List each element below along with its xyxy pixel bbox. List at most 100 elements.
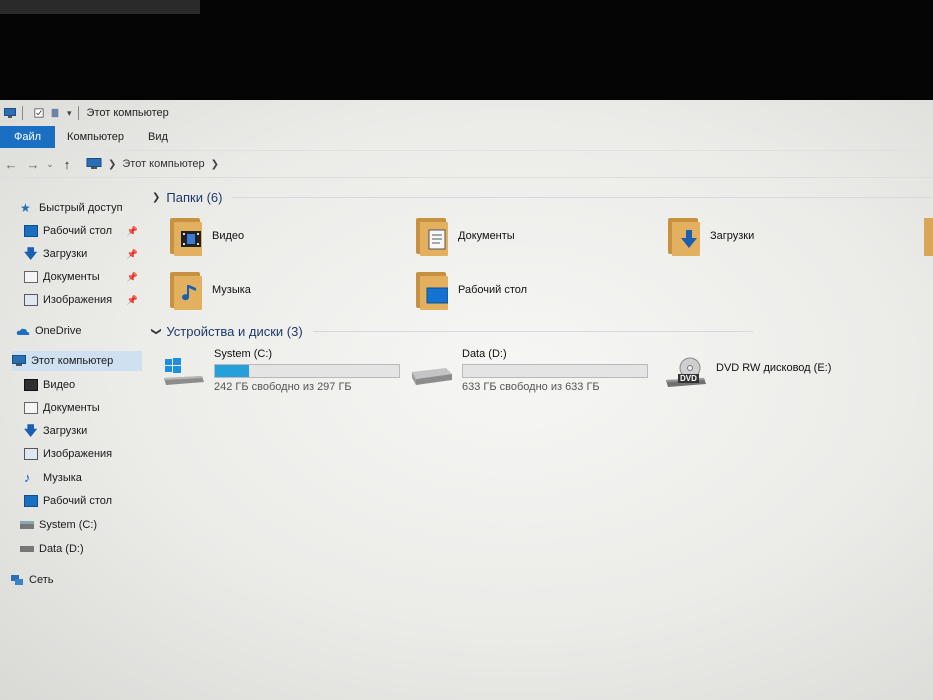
drive-usage-fill [215, 365, 250, 377]
group-header-devices[interactable]: ❯ Устройства и диски (3) [151, 324, 932, 339]
desktop-icon [426, 287, 448, 304]
sidebar-item-this-pc[interactable]: Этот компьютер [12, 351, 142, 371]
drive-usage-bar [214, 364, 400, 378]
folder-label: Музыка [212, 284, 251, 296]
group-divider [232, 197, 932, 198]
drive-free-space: 633 ГБ свободно из 633 ГБ [462, 381, 600, 393]
folder-documents[interactable]: Документы [416, 216, 515, 256]
drive-label: Data (D:) [462, 348, 507, 360]
drive-label: System (C:) [214, 348, 273, 360]
sidebar-item-videos[interactable]: Видео [24, 375, 75, 395]
tab-computer[interactable]: Компьютер [55, 126, 136, 148]
sidebar-item-label: Этот компьютер [31, 355, 114, 367]
sidebar-item-music[interactable]: ♪ Музыка [24, 468, 82, 488]
drive-label: DVD RW дисковод (E:) [716, 362, 832, 374]
folder-videos[interactable]: Видео [170, 216, 244, 256]
folder-desktop[interactable]: Рабочий стол [416, 270, 527, 310]
quick-access-dropdown-icon[interactable]: ▾ [67, 108, 72, 119]
network-icon [11, 575, 23, 585]
sidebar-item-label: Изображения [43, 294, 113, 306]
sidebar-item-label: System (C:) [39, 519, 98, 531]
sidebar-item-label: Загрузки [43, 425, 88, 437]
breadcrumb-chevron-icon[interactable]: ❯ [211, 159, 219, 170]
tab-view[interactable]: Вид [136, 126, 180, 148]
ribbon-tabs: Файл Компьютер Вид [0, 126, 933, 148]
sidebar-item-documents[interactable]: Документы 📌 [24, 267, 142, 287]
folder-music[interactable]: Музыка [170, 270, 251, 310]
address-bar: ← → ⌄ ↑ ❯ Этот компьютер ❯ [0, 150, 933, 178]
sidebar-item-label: Рабочий стол [43, 225, 113, 237]
music-note-icon: ♪ [24, 470, 31, 485]
file-explorer-window: ▾ Этот компьютер Файл Компьютер Вид ← → … [0, 100, 933, 700]
properties-icon[interactable] [33, 108, 45, 118]
drive-c[interactable]: System (C:) 242 ГБ свободно из 297 ГБ [162, 348, 400, 393]
breadcrumb-item-this-pc[interactable]: Этот компьютер [122, 158, 204, 170]
pin-icon[interactable]: 📌 [127, 295, 138, 306]
computer-icon[interactable] [4, 108, 16, 118]
pin-icon[interactable]: 📌 [127, 272, 138, 283]
back-arrow-icon[interactable]: ← [0, 157, 22, 172]
download-arrow-icon [681, 230, 697, 248]
download-arrow-icon: 🡇 [24, 423, 38, 438]
drive-usage-bar [462, 364, 648, 378]
forward-arrow-icon[interactable]: → [22, 157, 44, 172]
navigation-pane: ★ Быстрый доступ Рабочий стол 📌 🡇 Загруз… [0, 178, 145, 700]
pin-icon[interactable]: 📌 [127, 249, 138, 260]
sidebar-item-downloads[interactable]: 🡇 Загрузки 📌 [24, 244, 142, 264]
download-arrow-icon: 🡇 [24, 246, 38, 261]
group-header-label: Папки (6) [166, 190, 223, 205]
recent-locations-chevron-icon[interactable]: ⌄ [44, 159, 56, 170]
music-note-icon [182, 285, 196, 301]
folder-icon [416, 270, 450, 310]
desktop-icon [24, 225, 38, 237]
sidebar-item-drive-d[interactable]: Data (D:) [20, 539, 84, 559]
pin-icon[interactable]: 📌 [127, 226, 138, 237]
sidebar-item-drive-c[interactable]: System (C:) [20, 515, 97, 535]
sidebar-item-label: Документы [43, 402, 100, 414]
document-icon [24, 402, 38, 414]
cloud-icon [16, 328, 30, 335]
tab-file[interactable]: Файл [0, 126, 56, 148]
window-title: Этот компьютер [86, 107, 169, 119]
sidebar-item-label: Изображения [43, 448, 113, 460]
collapse-chevron-icon[interactable]: ❯ [152, 192, 160, 203]
pictures-icon [24, 448, 38, 460]
sidebar-item-desktop[interactable]: Рабочий стол 📌 [24, 221, 142, 241]
system-drive-icon [20, 521, 34, 529]
folder-icon [668, 216, 702, 256]
collapse-chevron-icon[interactable]: ❯ [151, 327, 162, 335]
sidebar-item-quick-access[interactable]: ★ Быстрый доступ [20, 198, 123, 218]
folder-icon-partial[interactable] [924, 218, 933, 256]
drive-d[interactable]: Data (D:) 633 ГБ свободно из 633 ГБ [410, 348, 648, 393]
group-header-folders[interactable]: ❯ Папки (6) [152, 190, 932, 205]
computer-icon [12, 355, 26, 366]
sidebar-item-downloads-pc[interactable]: 🡇 Загрузки [24, 421, 87, 441]
computer-icon [86, 158, 102, 169]
windows-drive-icon [164, 358, 204, 385]
dvd-badge: DVD [678, 374, 699, 383]
breadcrumb-chevron-icon: ❯ [108, 158, 117, 170]
folder-icon [170, 270, 204, 310]
monitor-bezel [0, 0, 933, 100]
dvd-drive-icon [666, 357, 706, 387]
sidebar-item-desktop-pc[interactable]: Рабочий стол [24, 491, 112, 511]
folder-icon [170, 216, 204, 256]
new-folder-icon[interactable] [49, 108, 61, 118]
sidebar-item-network[interactable]: Сеть [10, 570, 53, 590]
sidebar-item-label: Видео [43, 379, 76, 391]
separator [77, 106, 79, 120]
sidebar-item-onedrive[interactable]: OneDrive [16, 321, 81, 341]
content-pane: ❯ Папки (6) Видео Документы Загрузки Муз… [148, 178, 933, 700]
breadcrumb[interactable]: ❯ Этот компьютер ❯ [86, 158, 225, 170]
film-icon [24, 379, 38, 391]
star-icon: ★ [20, 201, 31, 215]
sidebar-item-pictures-pc[interactable]: Изображения [24, 444, 112, 464]
drive-e-dvd[interactable]: DVD DVD RW дисковод (E:) [664, 350, 831, 390]
background-window-strip [0, 0, 200, 14]
folder-downloads[interactable]: Загрузки [668, 216, 754, 256]
sidebar-item-pictures[interactable]: Изображения 📌 [24, 290, 142, 310]
sidebar-item-documents-pc[interactable]: Документы [24, 398, 100, 418]
up-arrow-icon[interactable]: ↑ [56, 157, 78, 172]
sidebar-item-label: Data (D:) [39, 543, 84, 555]
sidebar-item-label: Сеть [29, 574, 54, 586]
